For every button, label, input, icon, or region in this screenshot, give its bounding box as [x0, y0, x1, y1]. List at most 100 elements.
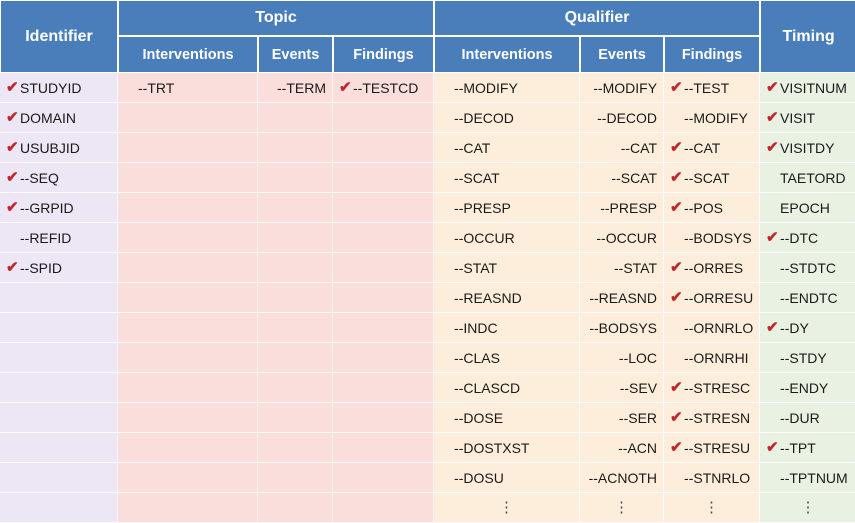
- header-qualifier-interventions[interactable]: Interventions: [434, 36, 581, 73]
- cell-topic-events: [258, 103, 333, 133]
- cell-qualifier-events[interactable]: --SEV: [580, 373, 665, 403]
- variable-label: --TESTCD: [353, 79, 419, 96]
- cell-qualifier-findings[interactable]: ✔ --STRESC: [664, 373, 761, 403]
- cell-qualifier-events[interactable]: --ACNOTH: [580, 463, 665, 493]
- cell-timing[interactable]: ✔ VISITNUM: [760, 73, 855, 103]
- cell-identifier[interactable]: ✔ USUBJID: [0, 133, 118, 163]
- cell-timing[interactable]: ✔--ENDTC: [760, 283, 855, 313]
- cell-qualifier-interventions[interactable]: ✔--OCCUR: [434, 223, 581, 253]
- cell-qualifier-findings[interactable]: ✔--BODSYS: [664, 223, 761, 253]
- cell-identifier[interactable]: ✔ STUDYID: [0, 73, 118, 103]
- cell-qualifier-events[interactable]: --SCAT: [580, 163, 665, 193]
- cell-timing[interactable]: ✔TAETORD: [760, 163, 855, 193]
- cell-qualifier-interventions[interactable]: ✔--REASND: [434, 283, 581, 313]
- cell-qualifier-findings[interactable]: ✔--ORNRLO: [664, 313, 761, 343]
- cell-qualifier-events[interactable]: --CAT: [580, 133, 665, 163]
- cell-qualifier-interventions[interactable]: ✔--CAT: [434, 133, 581, 163]
- cell-topic-events: [258, 253, 333, 283]
- cell-timing[interactable]: ✔ VISITDY: [760, 133, 855, 163]
- cell-timing[interactable]: ✔--ENDY: [760, 373, 855, 403]
- cell-timing[interactable]: ✔ --DY: [760, 313, 855, 343]
- checkmark-placeholder-icon: ✔: [440, 410, 453, 425]
- cell-qualifier-events[interactable]: --MODIFY: [580, 73, 665, 103]
- cell-qualifier-findings[interactable]: ✔--MODIFY: [664, 103, 761, 133]
- checkmark-icon: ✔: [766, 319, 779, 336]
- cell-qualifier-findings[interactable]: ✔ --STRESU: [664, 433, 761, 463]
- variable-label: --CAT: [620, 139, 658, 156]
- cell-qualifier-interventions[interactable]: ✔--PRESP: [434, 193, 581, 223]
- cell-timing[interactable]: ⋮: [760, 493, 855, 523]
- cell-qualifier-interventions[interactable]: ✔--DOSU: [434, 463, 581, 493]
- cell-topic-findings[interactable]: ✔ --TESTCD: [333, 73, 435, 103]
- cell-qualifier-interventions[interactable]: ⋮: [434, 493, 581, 523]
- checkmark-placeholder-icon: ✔: [440, 440, 453, 455]
- cell-qualifier-events[interactable]: ⋮: [580, 493, 665, 523]
- cell-qualifier-interventions[interactable]: ✔--SCAT: [434, 163, 581, 193]
- header-topic-findings[interactable]: Findings: [333, 36, 435, 73]
- cell-qualifier-interventions[interactable]: ✔--DOSE: [434, 403, 581, 433]
- cell-topic-interventions: [118, 253, 258, 283]
- cell-qualifier-interventions[interactable]: ✔--CLASCD: [434, 373, 581, 403]
- header-qualifier-findings[interactable]: Findings: [664, 36, 761, 73]
- cell-qualifier-interventions[interactable]: ✔--MODIFY: [434, 73, 581, 103]
- checkmark-icon: ✔: [670, 169, 683, 186]
- cell-topic-interventions[interactable]: ✔--TRT: [118, 73, 258, 103]
- cell-qualifier-interventions[interactable]: ✔--STAT: [434, 253, 581, 283]
- cell-timing[interactable]: ✔ --TPT: [760, 433, 855, 463]
- cell-timing[interactable]: ✔--DUR: [760, 403, 855, 433]
- cell-timing[interactable]: ✔--STDTC: [760, 253, 855, 283]
- cell-timing[interactable]: ✔--TPTNUM: [760, 463, 855, 493]
- cell-qualifier-interventions[interactable]: ✔--CLAS: [434, 343, 581, 373]
- cell-qualifier-events[interactable]: --PRESP: [580, 193, 665, 223]
- cell-qualifier-events[interactable]: --STAT: [580, 253, 665, 283]
- checkmark-placeholder-icon: ✔: [440, 290, 453, 305]
- header-group-qualifier[interactable]: Qualifier: [434, 0, 761, 36]
- cell-identifier[interactable]: ✔ --SEQ: [0, 163, 118, 193]
- cell-timing[interactable]: ✔--STDY: [760, 343, 855, 373]
- cell-topic-events[interactable]: --TERM: [258, 73, 333, 103]
- cell-qualifier-findings[interactable]: ✔--STNRLO: [664, 463, 761, 493]
- cell-timing[interactable]: ✔ --DTC: [760, 223, 855, 253]
- cell-qualifier-interventions[interactable]: ✔--INDC: [434, 313, 581, 343]
- cell-qualifier-findings[interactable]: ⋮: [664, 493, 761, 523]
- cell-identifier[interactable]: ✔ DOMAIN: [0, 103, 118, 133]
- cell-qualifier-events[interactable]: --LOC: [580, 343, 665, 373]
- header-group-identifier[interactable]: Identifier: [0, 0, 118, 73]
- cell-qualifier-findings[interactable]: ✔ --CAT: [664, 133, 761, 163]
- cell-timing[interactable]: ✔ VISIT: [760, 103, 855, 133]
- cell-qualifier-findings[interactable]: ✔ --STRESN: [664, 403, 761, 433]
- header-topic-interventions[interactable]: Interventions: [118, 36, 258, 73]
- cell-qualifier-interventions[interactable]: ✔--DECOD: [434, 103, 581, 133]
- header-group-timing[interactable]: Timing: [760, 0, 855, 73]
- cell-qualifier-interventions[interactable]: ✔--DOSTXST: [434, 433, 581, 463]
- header-qualifier-events[interactable]: Events: [580, 36, 665, 73]
- checkmark-icon: ✔: [6, 199, 19, 216]
- cell-qualifier-events[interactable]: --BODSYS: [580, 313, 665, 343]
- checkmark-placeholder-icon: ✔: [440, 470, 453, 485]
- header-group-topic[interactable]: Topic: [118, 0, 435, 36]
- variable-label: --PRESP: [600, 199, 658, 216]
- cell-topic-interventions: [118, 223, 258, 253]
- variable-label: TAETORD: [780, 169, 846, 186]
- cell-qualifier-findings[interactable]: ✔--ORNRHI: [664, 343, 761, 373]
- variable-label: --CAT: [454, 139, 491, 156]
- header-topic-events[interactable]: Events: [258, 36, 333, 73]
- cell-qualifier-findings[interactable]: ✔ --SCAT: [664, 163, 761, 193]
- variable-label: DOMAIN: [20, 109, 76, 126]
- cell-qualifier-findings[interactable]: ✔ --POS: [664, 193, 761, 223]
- variable-label: --REASND: [589, 289, 658, 306]
- cell-identifier[interactable]: ✔ --GRPID: [0, 193, 118, 223]
- cell-qualifier-events[interactable]: --ACN: [580, 433, 665, 463]
- cell-topic-interventions: [118, 283, 258, 313]
- cell-qualifier-events[interactable]: --DECOD: [580, 103, 665, 133]
- cell-qualifier-events[interactable]: --OCCUR: [580, 223, 665, 253]
- cell-qualifier-findings[interactable]: ✔ --ORRES: [664, 253, 761, 283]
- variable-label: --DUR: [780, 409, 820, 426]
- cell-identifier[interactable]: ✔ --SPID: [0, 253, 118, 283]
- cell-timing[interactable]: ✔EPOCH: [760, 193, 855, 223]
- cell-qualifier-findings[interactable]: ✔ --ORRESU: [664, 283, 761, 313]
- cell-qualifier-events[interactable]: --SER: [580, 403, 665, 433]
- cell-qualifier-findings[interactable]: ✔ --TEST: [664, 73, 761, 103]
- cell-identifier[interactable]: ✔--REFID: [0, 223, 118, 253]
- cell-qualifier-events[interactable]: --REASND: [580, 283, 665, 313]
